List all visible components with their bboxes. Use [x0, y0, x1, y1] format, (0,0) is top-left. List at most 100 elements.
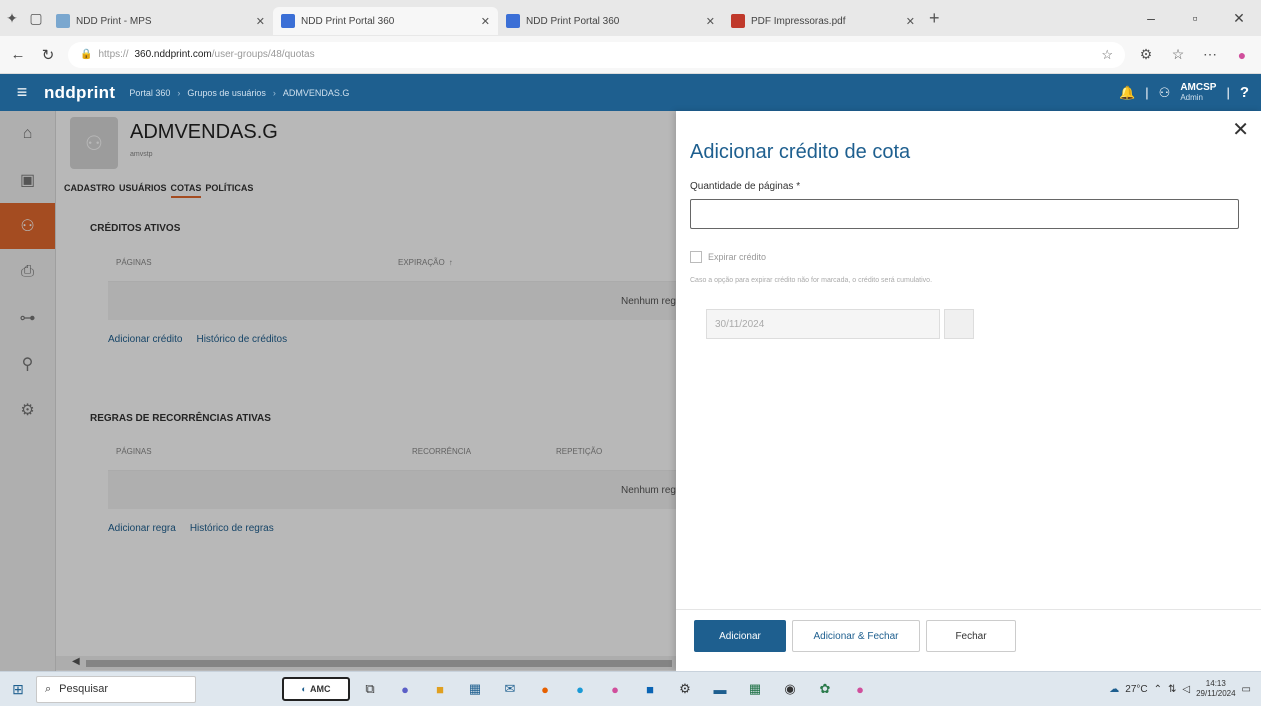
amc-app-button[interactable]: ◐ AMC	[282, 677, 350, 701]
tab-favicon-icon	[506, 14, 520, 28]
breadcrumb: Portal 360 › Grupos de usuários › ADMVEN…	[129, 88, 349, 98]
system-tray: ☁ 27°C ⌃ ⇅ ◁ 14:13 29/11/2024 ▭	[1109, 679, 1261, 699]
expiration-date-input: 30/11/2024	[706, 309, 940, 339]
browser-tab-3[interactable]: NDD Print Portal 360 ✕	[498, 7, 723, 35]
calendar-button	[944, 309, 974, 339]
tool-icon[interactable]: ✿	[810, 677, 840, 701]
remote-desktop-icon[interactable]: ▬	[705, 677, 735, 701]
media-icon[interactable]: ◉	[775, 677, 805, 701]
tray-expand-icon[interactable]: ⌃	[1154, 684, 1162, 695]
breadcrumb-item[interactable]: Portal 360	[129, 88, 170, 98]
close-tab-icon[interactable]: ✕	[906, 15, 915, 28]
user-menu[interactable]: AMCSP Admin	[1180, 81, 1217, 103]
edge-icon[interactable]: ●	[565, 677, 595, 701]
browser-tab-strip: ✦ ▢ NDD Print - MPS ✕ NDD Print Portal 3…	[0, 0, 1261, 36]
settings-app-icon[interactable]: ⚙	[670, 677, 700, 701]
file-explorer-icon[interactable]: ■	[425, 677, 455, 701]
notification-bell-icon[interactable]: 🔔	[1119, 85, 1135, 101]
expire-credit-checkbox[interactable]	[690, 251, 702, 263]
add-button[interactable]: Adicionar	[694, 620, 786, 652]
pages-input[interactable]	[690, 199, 1239, 229]
clock-date: 29/11/2024	[1196, 689, 1236, 698]
browser-tab-1[interactable]: NDD Print - MPS ✕	[48, 7, 273, 35]
lock-icon: 🔒	[80, 49, 93, 60]
url-host: 360.nddprint.com	[134, 49, 212, 60]
taskbar-clock[interactable]: 14:13 29/11/2024	[1196, 679, 1235, 699]
excel-icon[interactable]: ▦	[740, 677, 770, 701]
header-actions: 🔔 | ⚇ AMCSP Admin | ?	[1119, 81, 1261, 103]
tab-favicon-icon	[281, 14, 295, 28]
favorite-star-icon[interactable]: ☆	[1101, 47, 1113, 63]
breadcrumb-item[interactable]: Grupos de usuários	[187, 88, 266, 98]
tab-title: NDD Print - MPS	[76, 15, 152, 27]
outlook-icon[interactable]: ■	[635, 677, 665, 701]
divider: |	[1226, 85, 1230, 100]
clock-time: 14:13	[1205, 679, 1226, 688]
extensions-icon[interactable]: ⚙	[1135, 46, 1157, 63]
browser-app-icon[interactable]: ●	[845, 677, 875, 701]
breadcrumb-item: ADMVENDAS.G	[282, 87, 350, 98]
mail-icon[interactable]: ✉	[495, 677, 525, 701]
expire-help-text: Caso a opção para expirar crédito não fo…	[690, 277, 933, 284]
window-controls: – ▫ ✕	[1129, 10, 1261, 27]
panel-footer: Adicionar Adicionar & Fechar Fechar	[676, 609, 1261, 671]
url-field[interactable]: 🔒 https:// 360.nddprint.com/user-groups/4…	[68, 41, 1125, 68]
task-view-icon[interactable]: ⧉	[355, 677, 385, 701]
tab-favicon-icon	[731, 14, 745, 28]
expire-credit-row: Expirar crédito	[690, 251, 766, 263]
notifications-icon[interactable]: ▭	[1242, 684, 1251, 695]
browser-tab-4[interactable]: PDF Impressoras.pdf ✕	[723, 7, 923, 35]
close-panel-icon[interactable]: ✕	[1232, 117, 1249, 142]
tab-actions-icon[interactable]: ▢	[24, 6, 48, 30]
pages-label: Quantidade de páginas *	[690, 181, 801, 192]
nddprint-logo[interactable]: nddprint	[44, 83, 115, 103]
chrome-icon[interactable]: ●	[600, 677, 630, 701]
breadcrumb-separator: ›	[177, 87, 181, 98]
more-options-icon[interactable]: ⋯	[1199, 46, 1221, 63]
copilot-icon[interactable]: ●	[1231, 47, 1253, 63]
close-tab-icon[interactable]: ✕	[256, 15, 265, 28]
calendar-app-icon[interactable]: ▦	[460, 677, 490, 701]
volume-icon[interactable]: ◁	[1182, 684, 1190, 695]
add-credit-panel: ✕ Adicionar crédito de cota Quantidade d…	[676, 111, 1261, 671]
close-tab-icon[interactable]: ✕	[481, 15, 490, 28]
new-tab-icon[interactable]: +	[929, 8, 940, 29]
teams-icon[interactable]: ●	[390, 677, 420, 701]
restore-icon[interactable]: ▫	[1173, 10, 1217, 27]
close-tab-icon[interactable]: ✕	[706, 15, 715, 28]
firefox-icon[interactable]: ●	[530, 677, 560, 701]
search-icon: ⌕	[45, 682, 52, 695]
minimize-icon[interactable]: –	[1129, 10, 1173, 27]
close-window-icon[interactable]: ✕	[1217, 10, 1261, 27]
url-path: /user-groups/48/quotas	[211, 49, 315, 60]
help-icon[interactable]: ?	[1240, 84, 1249, 101]
amc-logo-icon: ◐	[301, 684, 307, 694]
favorites-icon[interactable]: ☆	[1167, 46, 1189, 63]
modal-overlay[interactable]	[0, 111, 676, 671]
divider: |	[1145, 85, 1149, 100]
windows-start-icon[interactable]: ⊞	[0, 681, 36, 698]
menu-icon[interactable]: ≡	[0, 82, 44, 103]
network-icon[interactable]: ⇅	[1168, 684, 1176, 695]
amc-label: AMC	[309, 684, 331, 694]
breadcrumb-separator: ›	[272, 87, 276, 98]
browser-profile-icon[interactable]: ✦	[0, 6, 24, 30]
tab-favicon-icon	[56, 14, 70, 28]
user-name: AMCSP	[1180, 81, 1217, 93]
weather-temp[interactable]: 27°C	[1125, 684, 1147, 695]
back-icon[interactable]: ←	[8, 46, 28, 63]
refresh-icon[interactable]: ↻	[38, 46, 58, 64]
tab-title: NDD Print Portal 360	[526, 15, 620, 27]
user-icon[interactable]: ⚇	[1159, 85, 1171, 101]
tab-title: PDF Impressoras.pdf	[751, 15, 846, 27]
expire-credit-label[interactable]: Expirar crédito	[708, 252, 766, 262]
add-and-close-button[interactable]: Adicionar & Fechar	[792, 620, 920, 652]
user-role: Admin	[1180, 92, 1203, 102]
weather-icon[interactable]: ☁	[1109, 684, 1119, 695]
browser-tab-2[interactable]: NDD Print Portal 360 ✕	[273, 7, 498, 35]
windows-taskbar: ⊞ ⌕ Pesquisar ◐ AMC ⧉ ● ■ ▦ ✉ ● ● ● ■ ⚙ …	[0, 671, 1261, 706]
app-header: ≡ nddprint Portal 360 › Grupos de usuári…	[0, 74, 1261, 111]
taskbar-search[interactable]: ⌕ Pesquisar	[36, 675, 196, 703]
close-button[interactable]: Fechar	[926, 620, 1016, 652]
url-prefix: https://	[98, 49, 129, 60]
